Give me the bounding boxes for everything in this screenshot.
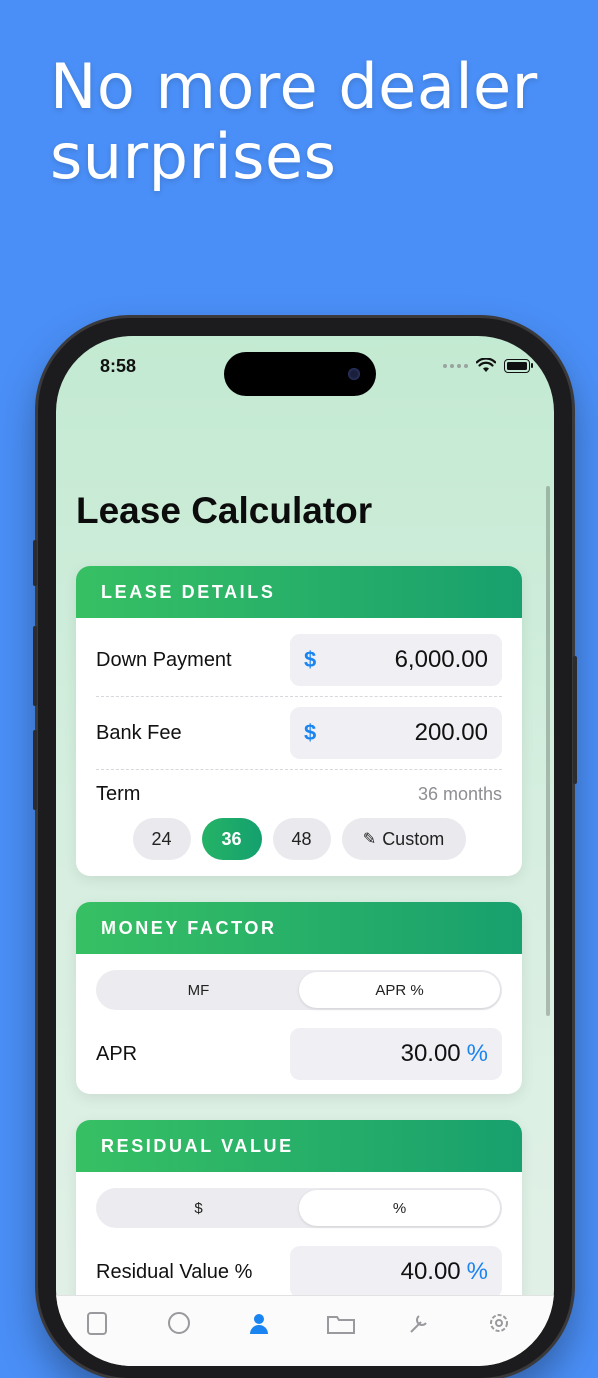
status-icons — [443, 358, 533, 373]
residual-value-value[interactable]: 40.00 — [304, 1258, 461, 1286]
volume-down-button — [33, 730, 37, 810]
segment-mf[interactable]: MF — [98, 972, 299, 1008]
term-value: 36 months — [417, 783, 502, 804]
term-option-24[interactable]: 24 — [132, 818, 191, 860]
term-option-48[interactable]: 48 — [272, 818, 331, 860]
down-payment-row: Down Payment $ 6,000.00 — [96, 634, 502, 686]
person-icon[interactable] — [246, 1310, 272, 1336]
wifi-icon — [476, 358, 496, 372]
scrollbar[interactable] — [546, 486, 550, 1016]
cellular-dots-icon — [443, 363, 468, 368]
bank-fee-field[interactable]: $ 200.00 — [290, 707, 502, 759]
headline-line-2: surprises — [50, 120, 337, 193]
term-option-36[interactable]: 36 — [201, 818, 262, 860]
residual-value-row: Residual Value % 40.00 % — [96, 1246, 502, 1298]
segment-apr[interactable]: APR % — [299, 972, 500, 1008]
percent-suffix: % — [466, 1040, 488, 1067]
gear-icon[interactable] — [486, 1310, 512, 1336]
volume-up-button — [33, 626, 37, 706]
money-factor-header: MONEY FACTOR — [76, 902, 522, 954]
down-payment-field[interactable]: $ 6,000.00 — [290, 634, 502, 686]
action-button — [33, 540, 37, 586]
marketing-headline: No more dealer surprises — [50, 52, 570, 192]
compass-icon[interactable] — [166, 1310, 192, 1336]
money-factor-segmented-control[interactable]: MF APR % — [96, 970, 502, 1010]
bank-fee-value[interactable]: 200.00 — [334, 719, 488, 747]
divider — [96, 696, 502, 697]
power-button — [573, 656, 577, 784]
divider — [96, 769, 502, 770]
headline-line-1: No more dealer — [50, 50, 538, 123]
bank-fee-row: Bank Fee $ 200.00 — [96, 707, 502, 759]
phone-frame: 8:58 Lease Calculator LEASE DETAILS Down… — [33, 318, 577, 1378]
money-factor-card: MONEY FACTOR MF APR % APR 30.00 % — [76, 902, 522, 1094]
dynamic-island — [224, 352, 376, 396]
tools-icon[interactable] — [406, 1310, 432, 1336]
status-time: 8:58 — [100, 356, 137, 376]
custom-term-label: Custom — [382, 828, 445, 849]
segment-percent[interactable]: % — [299, 1190, 500, 1226]
residual-segmented-control[interactable]: $ % — [96, 1188, 502, 1228]
percent-suffix: % — [466, 1258, 488, 1285]
residual-value-field[interactable]: 40.00 % — [290, 1246, 502, 1298]
tab-bar — [56, 1295, 554, 1366]
dollar-prefix: $ — [304, 647, 317, 672]
camera-icon — [348, 368, 360, 380]
residual-value-label: Residual Value % — [96, 1260, 253, 1283]
term-label: Term — [96, 782, 141, 805]
dollar-prefix: $ — [304, 720, 317, 745]
phone-screen: 8:58 Lease Calculator LEASE DETAILS Down… — [56, 336, 554, 1366]
lease-details-card: LEASE DETAILS Down Payment $ 6,000.00 Ba… — [76, 566, 522, 876]
residual-value-header: RESIDUAL VALUE — [76, 1120, 522, 1172]
battery-icon — [504, 358, 533, 373]
custom-term-button[interactable]: ✎ Custom — [341, 818, 466, 860]
apr-row: APR 30.00 % — [96, 1028, 502, 1080]
pencil-icon: ✎ — [362, 831, 377, 848]
page-title: Lease Calculator — [76, 490, 373, 531]
apr-label: APR — [96, 1042, 138, 1065]
apr-field[interactable]: 30.00 % — [290, 1028, 502, 1080]
bank-fee-label: Bank Fee — [96, 721, 182, 744]
lease-details-header: LEASE DETAILS — [76, 566, 522, 618]
segment-dollar[interactable]: $ — [98, 1190, 299, 1226]
down-payment-label: Down Payment — [96, 648, 232, 671]
apr-value[interactable]: 30.00 — [304, 1040, 461, 1068]
down-payment-value[interactable]: 6,000.00 — [334, 646, 488, 674]
term-row: Term 36 months — [96, 780, 502, 808]
folder-icon[interactable] — [326, 1310, 356, 1336]
calculator-icon[interactable] — [84, 1310, 110, 1336]
term-options: 24 36 48 ✎ Custom — [76, 818, 522, 860]
